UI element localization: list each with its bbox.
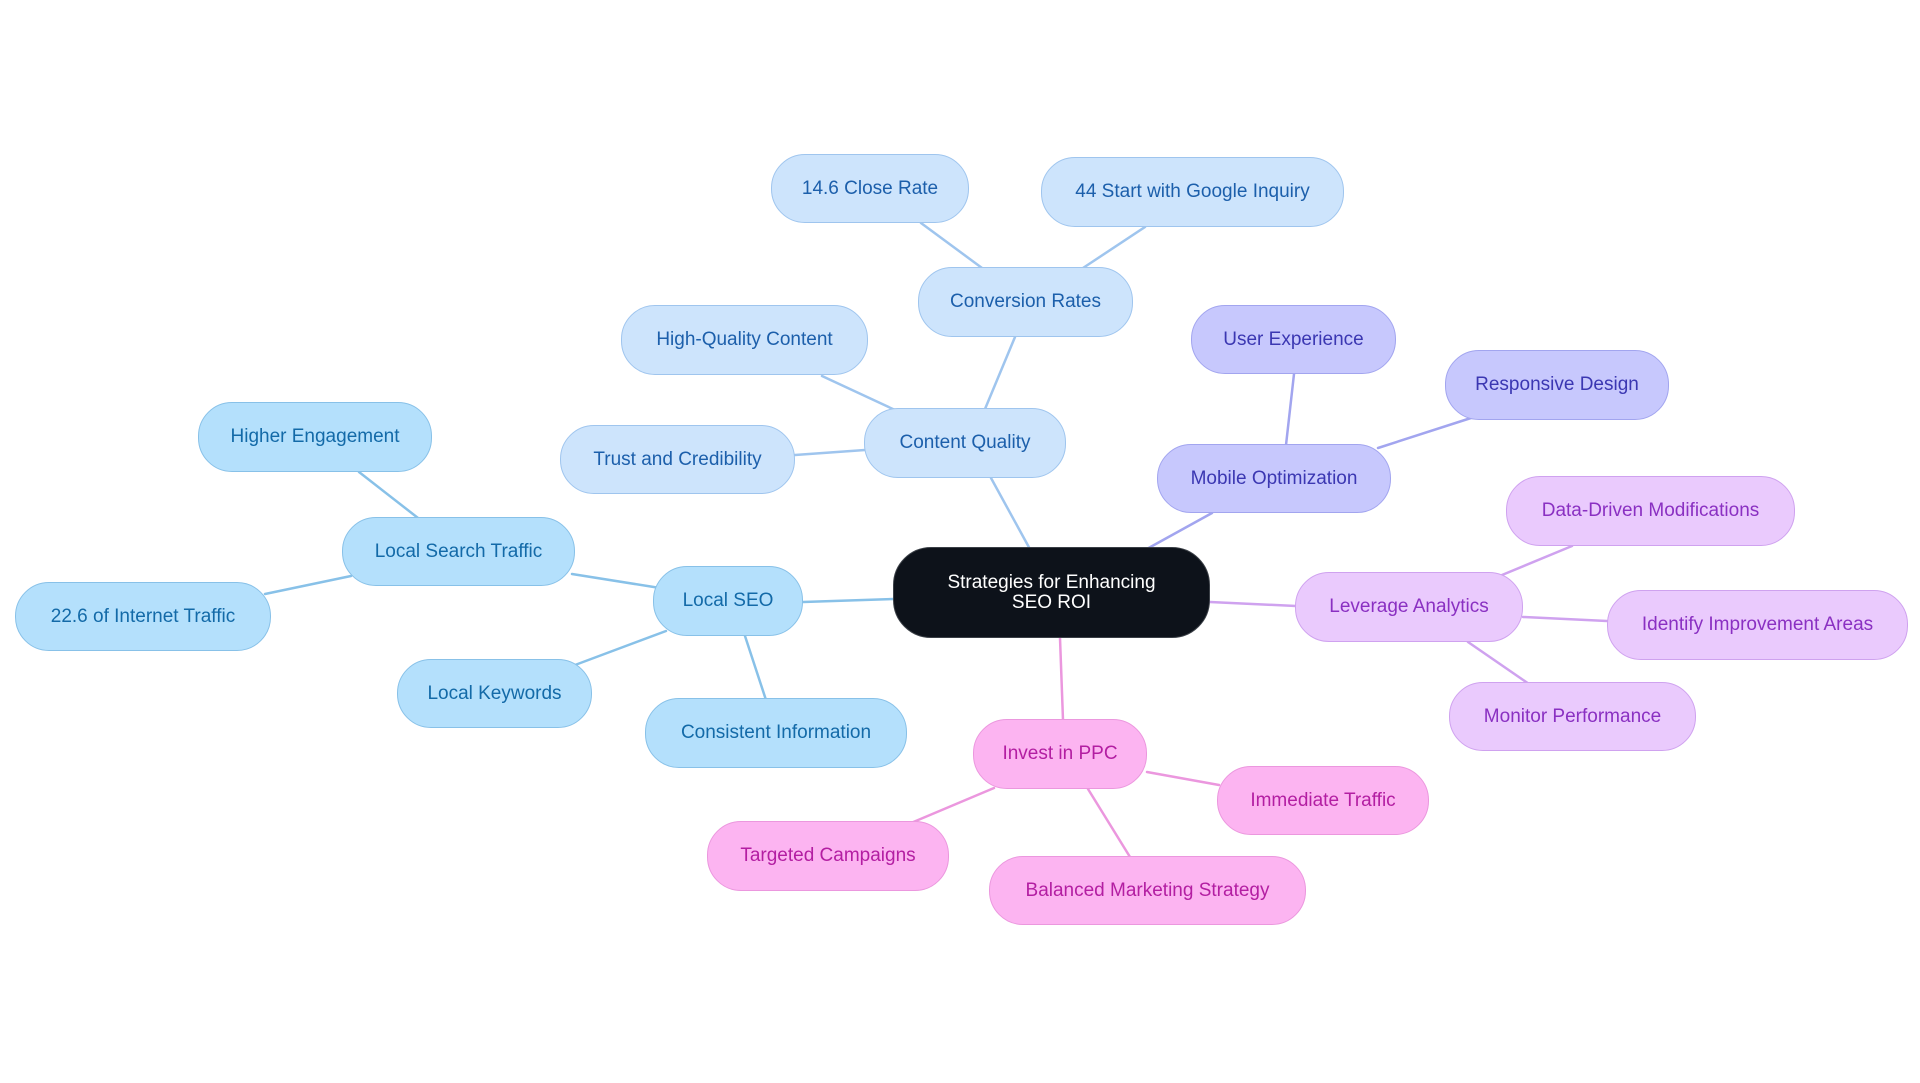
edge-root-leverage-analytics <box>1208 600 1298 608</box>
node-content-quality[interactable]: Content Quality <box>864 408 1066 478</box>
edge-conversion-rates-close-rate <box>919 221 984 270</box>
node-label: Local Keywords <box>427 682 562 704</box>
node-local-keywords[interactable]: Local Keywords <box>397 659 592 728</box>
node-label: Identify Improvement Areas <box>1641 614 1874 635</box>
node-close-rate[interactable]: 14.6 Close Rate <box>771 154 969 223</box>
node-local-seo[interactable]: Local SEO <box>653 566 803 636</box>
edge-analytics-monitor <box>1466 640 1531 686</box>
node-conversion-rates[interactable]: Conversion Rates <box>918 267 1133 337</box>
edge-local-search-traffic-higher-engagement <box>357 470 420 520</box>
node-monitor-performance[interactable]: Monitor Performance <box>1449 682 1696 751</box>
edge-root-mobile-optimization <box>1143 511 1214 552</box>
edge-root-local-seo <box>801 597 896 604</box>
node-label: Responsive Design <box>1475 374 1639 395</box>
node-data-driven-modifications[interactable]: Data-Driven Modifications <box>1506 476 1795 546</box>
node-label: Local Search Traffic <box>374 540 543 562</box>
node-higher-engagement[interactable]: Higher Engagement <box>198 402 432 472</box>
node-invest-in-ppc[interactable]: Invest in PPC <box>973 719 1147 789</box>
edge-local-seo-local-keywords <box>573 629 668 667</box>
node-label: 44 Start with Google Inquiry <box>1075 181 1310 202</box>
node-label: Targeted Campaigns <box>740 845 916 866</box>
node-label: High-Quality Content <box>656 329 833 350</box>
node-label: Trust and Credibility <box>593 448 762 470</box>
edge-local-search-traffic-internet-traffic <box>263 574 353 596</box>
edge-local-seo-consistent-information <box>743 634 768 702</box>
root-node[interactable]: Strategies for Enhancing SEO ROI <box>893 547 1210 638</box>
node-label: 14.6 Close Rate <box>801 177 939 199</box>
edge-local-seo-local-search-traffic <box>570 572 662 590</box>
edge-analytics-data-driven <box>1500 544 1574 577</box>
node-label: Local SEO <box>682 590 774 611</box>
node-immediate-traffic[interactable]: Immediate Traffic <box>1217 766 1429 835</box>
edge-mobile-responsive-design <box>1376 416 1473 450</box>
node-label: Leverage Analytics <box>1329 596 1489 617</box>
node-label: Invest in PPC <box>1002 743 1118 764</box>
node-label: Conversion Rates <box>949 291 1102 312</box>
edge-analytics-identify <box>1521 615 1609 623</box>
node-label: 22.6 of Internet Traffic <box>50 605 236 627</box>
node-label: Monitor Performance <box>1483 705 1662 727</box>
edge-mobile-user-experience <box>1284 372 1296 447</box>
node-label: Immediate Traffic <box>1250 789 1396 811</box>
node-internet-traffic[interactable]: 22.6 of Internet Traffic <box>15 582 271 651</box>
node-label: Higher Engagement <box>230 426 400 447</box>
edge-content-quality-trust <box>793 448 867 457</box>
edge-content-quality-conversion-rates <box>983 335 1017 411</box>
node-label: Content Quality <box>899 432 1031 453</box>
edge-content-quality-high-quality-content <box>820 374 897 412</box>
node-responsive-design[interactable]: Responsive Design <box>1445 350 1669 420</box>
node-high-quality-content[interactable]: High-Quality Content <box>621 305 868 375</box>
node-local-search-traffic[interactable]: Local Search Traffic <box>342 517 575 586</box>
node-trust-credibility[interactable]: Trust and Credibility <box>560 425 795 494</box>
node-consistent-information[interactable]: Consistent Information <box>645 698 907 768</box>
edge-root-invest-ppc <box>1058 636 1065 722</box>
node-label: Consistent Information <box>680 722 872 743</box>
node-leverage-analytics[interactable]: Leverage Analytics <box>1295 572 1523 642</box>
edge-ppc-targeted <box>909 786 996 825</box>
node-mobile-optimization[interactable]: Mobile Optimization <box>1157 444 1391 513</box>
edge-conversion-rates-google-inquiry <box>1081 225 1147 270</box>
node-balanced-marketing-strategy[interactable]: Balanced Marketing Strategy <box>989 856 1306 925</box>
root-node-label: Strategies for Enhancing SEO ROI <box>947 571 1156 613</box>
node-label: Data-Driven Modifications <box>1541 500 1760 521</box>
node-label: Balanced Marketing Strategy <box>1025 879 1270 901</box>
node-targeted-campaigns[interactable]: Targeted Campaigns <box>707 821 949 891</box>
edge-ppc-immediate <box>1145 770 1221 787</box>
node-label: User Experience <box>1223 328 1364 350</box>
node-user-experience[interactable]: User Experience <box>1191 305 1396 374</box>
edge-ppc-balanced <box>1086 787 1132 859</box>
node-google-inquiry[interactable]: 44 Start with Google Inquiry <box>1041 157 1344 227</box>
node-label: Mobile Optimization <box>1190 467 1358 489</box>
node-identify-improvement-areas[interactable]: Identify Improvement Areas <box>1607 590 1908 660</box>
edge-root-content-quality <box>989 476 1033 553</box>
